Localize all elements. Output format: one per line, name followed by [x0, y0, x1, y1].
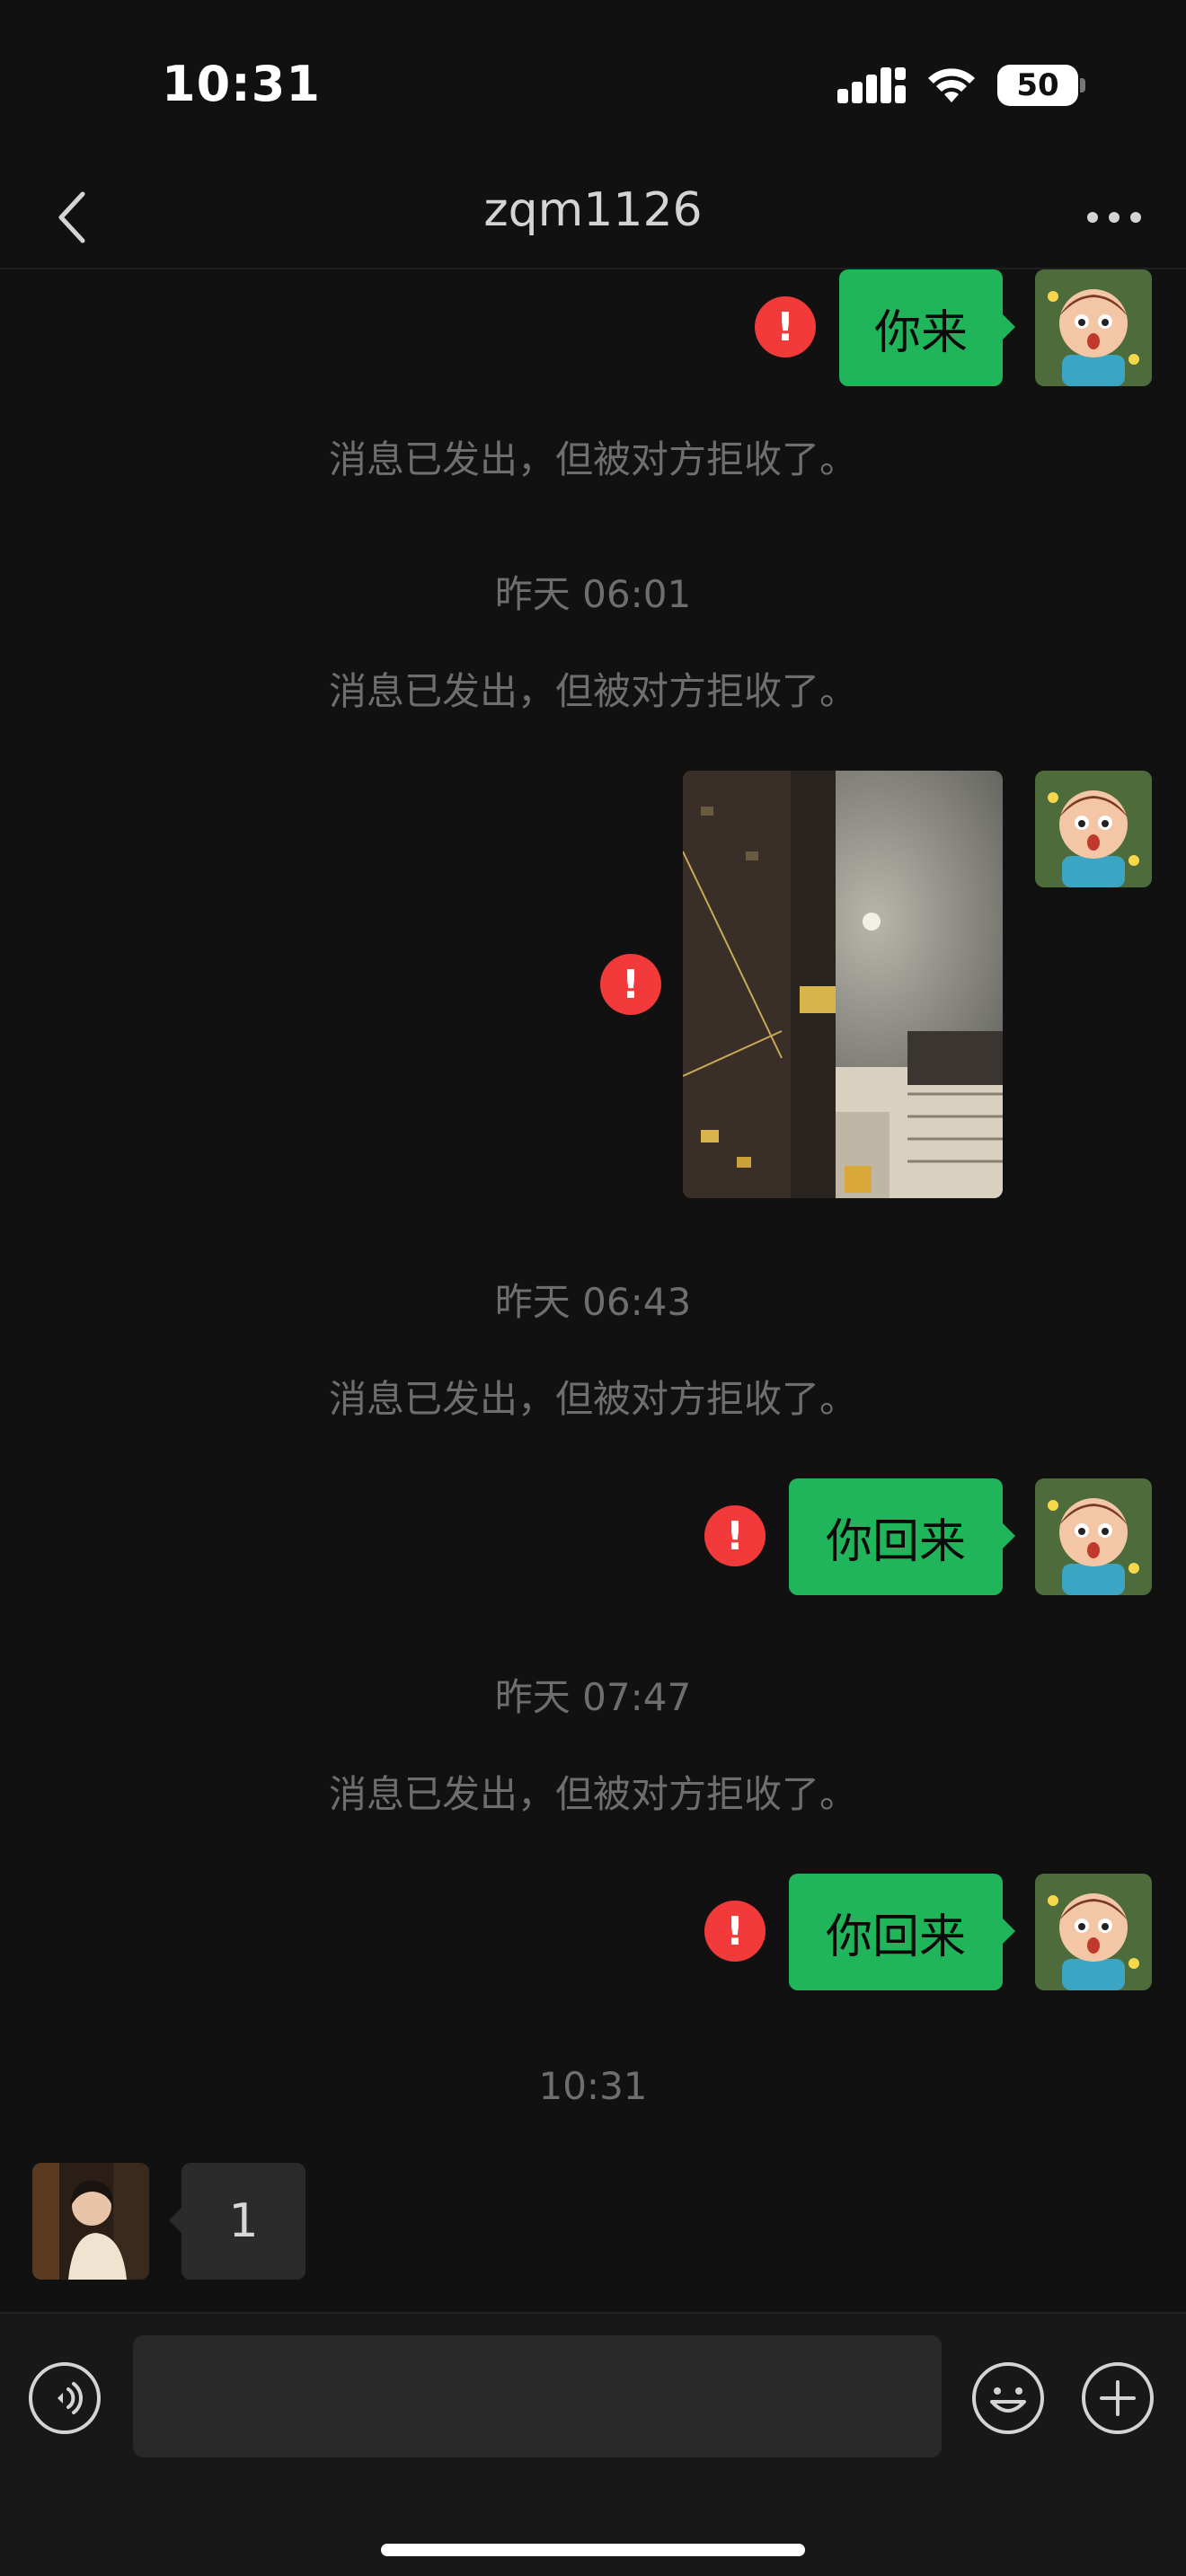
home-indicator[interactable] — [381, 2544, 805, 2556]
timestamp: 昨天 06:01 — [494, 572, 692, 616]
sent-photo[interactable] — [683, 771, 1003, 1198]
battery-icon: 50 — [997, 65, 1085, 106]
send-failed-icon[interactable]: ! — [704, 1901, 766, 1962]
emoji-button[interactable] — [970, 2360, 1046, 2436]
message-input[interactable] — [133, 2335, 942, 2457]
send-failed-icon[interactable]: ! — [704, 1505, 766, 1566]
sent-message-bubble[interactable]: 你回来 — [789, 1874, 1015, 1990]
send-failed-icon[interactable]: ! — [600, 954, 661, 1015]
sent-message-bubble[interactable]: 你来 — [839, 269, 1015, 386]
ellipsis-icon — [1087, 212, 1141, 223]
input-bar — [0, 2312, 1186, 2576]
rejected-notice: 消息已发出，但被对方拒收了。 — [328, 1772, 857, 1816]
more-button[interactable] — [1078, 181, 1150, 253]
send-failed-icon[interactable]: ! — [755, 296, 816, 357]
more-functions-button[interactable] — [1080, 2360, 1155, 2436]
rejected-notice: 消息已发出，但被对方拒收了。 — [328, 437, 857, 481]
plus-icon — [1082, 2362, 1154, 2434]
received-message-bubble[interactable]: 1 — [169, 2163, 305, 2280]
my-avatar[interactable] — [1035, 1478, 1152, 1595]
chat-screen: 10:31 50 zqm1126 ! 你来 消息已发出，但被对方拒收了。 昨天 … — [0, 0, 1186, 2576]
timestamp: 昨天 06:43 — [494, 1280, 692, 1324]
status-time: 10:31 — [162, 56, 321, 112]
battery-level: 50 — [1016, 67, 1059, 103]
status-bar: 10:31 50 — [0, 0, 1186, 162]
my-avatar[interactable] — [1035, 771, 1152, 887]
voice-icon — [29, 2362, 101, 2434]
contact-avatar[interactable] — [32, 2163, 149, 2280]
voice-button[interactable] — [27, 2360, 102, 2436]
my-avatar[interactable] — [1035, 1874, 1152, 1990]
sent-message-bubble[interactable]: 你回来 — [789, 1478, 1015, 1595]
nav-bar: zqm1126 — [0, 162, 1186, 269]
my-avatar[interactable] — [1035, 269, 1152, 386]
status-icons: 50 — [837, 65, 1085, 106]
chat-title: zqm1126 — [483, 183, 703, 237]
rejected-notice: 消息已发出，但被对方拒收了。 — [328, 669, 857, 713]
timestamp: 昨天 07:47 — [494, 1675, 692, 1719]
rejected-notice: 消息已发出，但被对方拒收了。 — [328, 1377, 857, 1421]
emoji-icon — [972, 2362, 1044, 2434]
timestamp: 10:31 — [538, 2064, 648, 2108]
wifi-icon — [928, 68, 975, 102]
cellular-icon — [837, 67, 906, 103]
